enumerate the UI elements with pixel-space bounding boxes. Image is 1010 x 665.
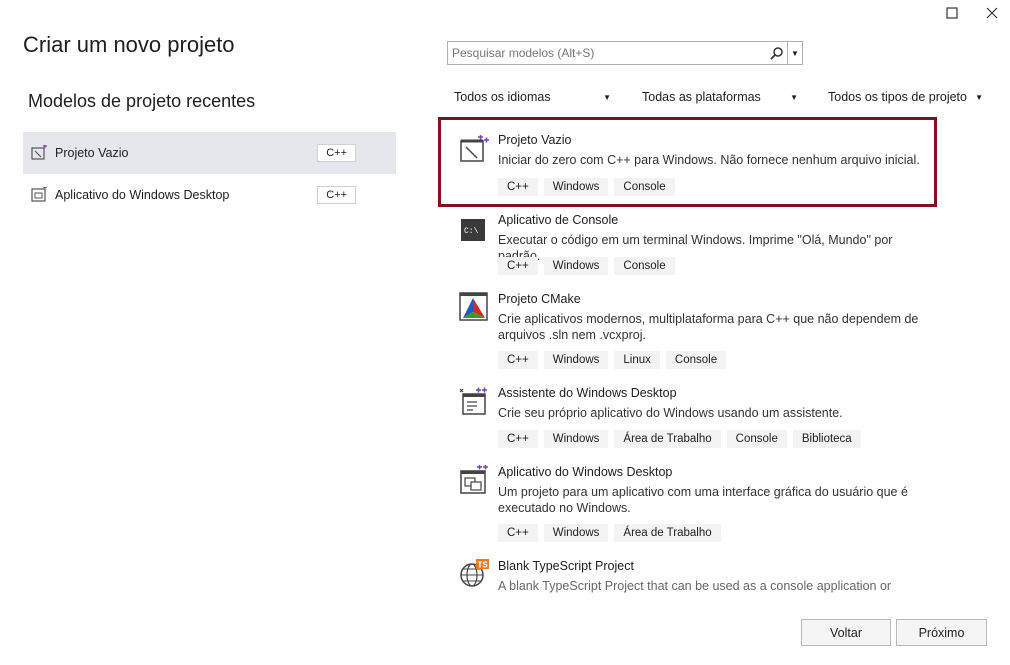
empty-project-icon: [31, 145, 47, 160]
selected-template-outline: [438, 117, 937, 207]
tag: Windows: [543, 351, 609, 369]
maximize-button[interactable]: [932, 0, 972, 26]
platform-filter[interactable]: Todas as plataformas ▼: [642, 88, 798, 106]
tag: Windows: [543, 524, 609, 542]
search-button[interactable]: [767, 42, 787, 64]
chevron-down-icon: ▼: [790, 92, 798, 102]
recent-item-label: Aplicativo do Windows Desktop: [55, 188, 230, 202]
tag: Console: [726, 430, 787, 448]
recent-item-label: Projeto Vazio: [55, 146, 129, 160]
desktop-app-icon: [460, 465, 488, 494]
tag: Windows: [543, 257, 609, 275]
tag: C++: [498, 524, 538, 542]
language-tag: C++: [317, 186, 356, 204]
template-description: A blank TypeScript Project that can be u…: [498, 579, 892, 593]
next-button[interactable]: Próximo: [896, 619, 987, 646]
template-name: Projeto CMake: [498, 292, 581, 306]
close-button[interactable]: [972, 0, 1010, 26]
tag: Linux: [614, 351, 660, 369]
chevron-down-icon: ▼: [603, 92, 611, 102]
template-name: Aplicativo de Console: [498, 213, 619, 227]
filter-label: Todas as plataformas: [642, 90, 761, 104]
template-name: Blank TypeScript Project: [498, 559, 634, 573]
template-windows-desktop-wizard[interactable]: Assistente do Windows Desktop Crie seu p…: [438, 383, 933, 453]
tag: C++: [498, 257, 538, 275]
console-icon: C:\: [461, 219, 485, 241]
template-description: Crie aplicativos modernos, multiplatafor…: [498, 312, 919, 342]
template-tags: C++ Windows Console: [498, 257, 675, 275]
typescript-globe-icon: TS: [460, 559, 489, 587]
recent-templates-heading: Modelos de projeto recentes: [28, 91, 256, 111]
language-filter[interactable]: Todos os idiomas ▼: [454, 88, 611, 106]
chevron-down-icon: ▼: [975, 92, 983, 102]
template-tags: C++ Windows Linux Console: [498, 351, 727, 369]
tag: C++: [498, 351, 538, 369]
template-blank-typescript[interactable]: TS Blank TypeScript Project A blank Type…: [438, 556, 933, 593]
search-box: ▼: [447, 41, 803, 65]
template-description: Crie seu próprio aplicativo do Windows u…: [498, 406, 843, 420]
search-input[interactable]: [448, 42, 767, 64]
search-dropdown[interactable]: ▼: [787, 42, 802, 64]
template-cmake[interactable]: Projeto CMake Crie aplicativos modernos,…: [438, 289, 933, 375]
template-windows-desktop-app[interactable]: Aplicativo do Windows Desktop Um projeto…: [438, 462, 933, 548]
tag: Área de Trabalho: [614, 524, 721, 542]
tag: Biblioteca: [792, 430, 861, 448]
cmake-icon: [459, 292, 488, 321]
filter-label: Todos os tipos de projeto: [828, 90, 967, 104]
template-tags: C++ Windows Área de Trabalho: [498, 524, 721, 542]
filter-label: Todos os idiomas: [454, 90, 551, 104]
template-name: Aplicativo do Windows Desktop: [498, 465, 673, 479]
desktop-app-icon: [31, 187, 47, 202]
tag: Windows: [543, 430, 609, 448]
template-console-app[interactable]: C:\ Aplicativo de Console Executar o cód…: [438, 210, 933, 280]
chevron-down-icon: ▼: [791, 48, 799, 58]
close-icon: [986, 7, 998, 19]
svg-text:C:\: C:\: [464, 227, 479, 236]
template-name: Assistente do Windows Desktop: [498, 386, 677, 400]
tag: Console: [665, 351, 727, 369]
template-tags: C++ Windows Área de Trabalho Console Bib…: [498, 430, 861, 448]
svg-text:TS: TS: [478, 561, 489, 570]
tag: Console: [614, 257, 675, 275]
tag: C++: [498, 430, 538, 448]
search-icon: [770, 47, 783, 60]
recent-item-projeto-vazio[interactable]: Projeto Vazio C++: [23, 132, 396, 174]
maximize-icon: [946, 7, 958, 19]
back-button[interactable]: Voltar: [801, 619, 891, 646]
language-tag: C++: [317, 144, 356, 162]
tag: Área de Trabalho: [614, 430, 721, 448]
template-description: Um projeto para um aplicativo com uma in…: [498, 485, 908, 515]
page-title: Criar um novo projeto: [23, 32, 235, 57]
recent-item-windows-desktop[interactable]: Aplicativo do Windows Desktop C++: [23, 174, 396, 216]
wizard-icon: [459, 387, 487, 415]
project-type-filter[interactable]: Todos os tipos de projeto ▼: [828, 88, 983, 106]
